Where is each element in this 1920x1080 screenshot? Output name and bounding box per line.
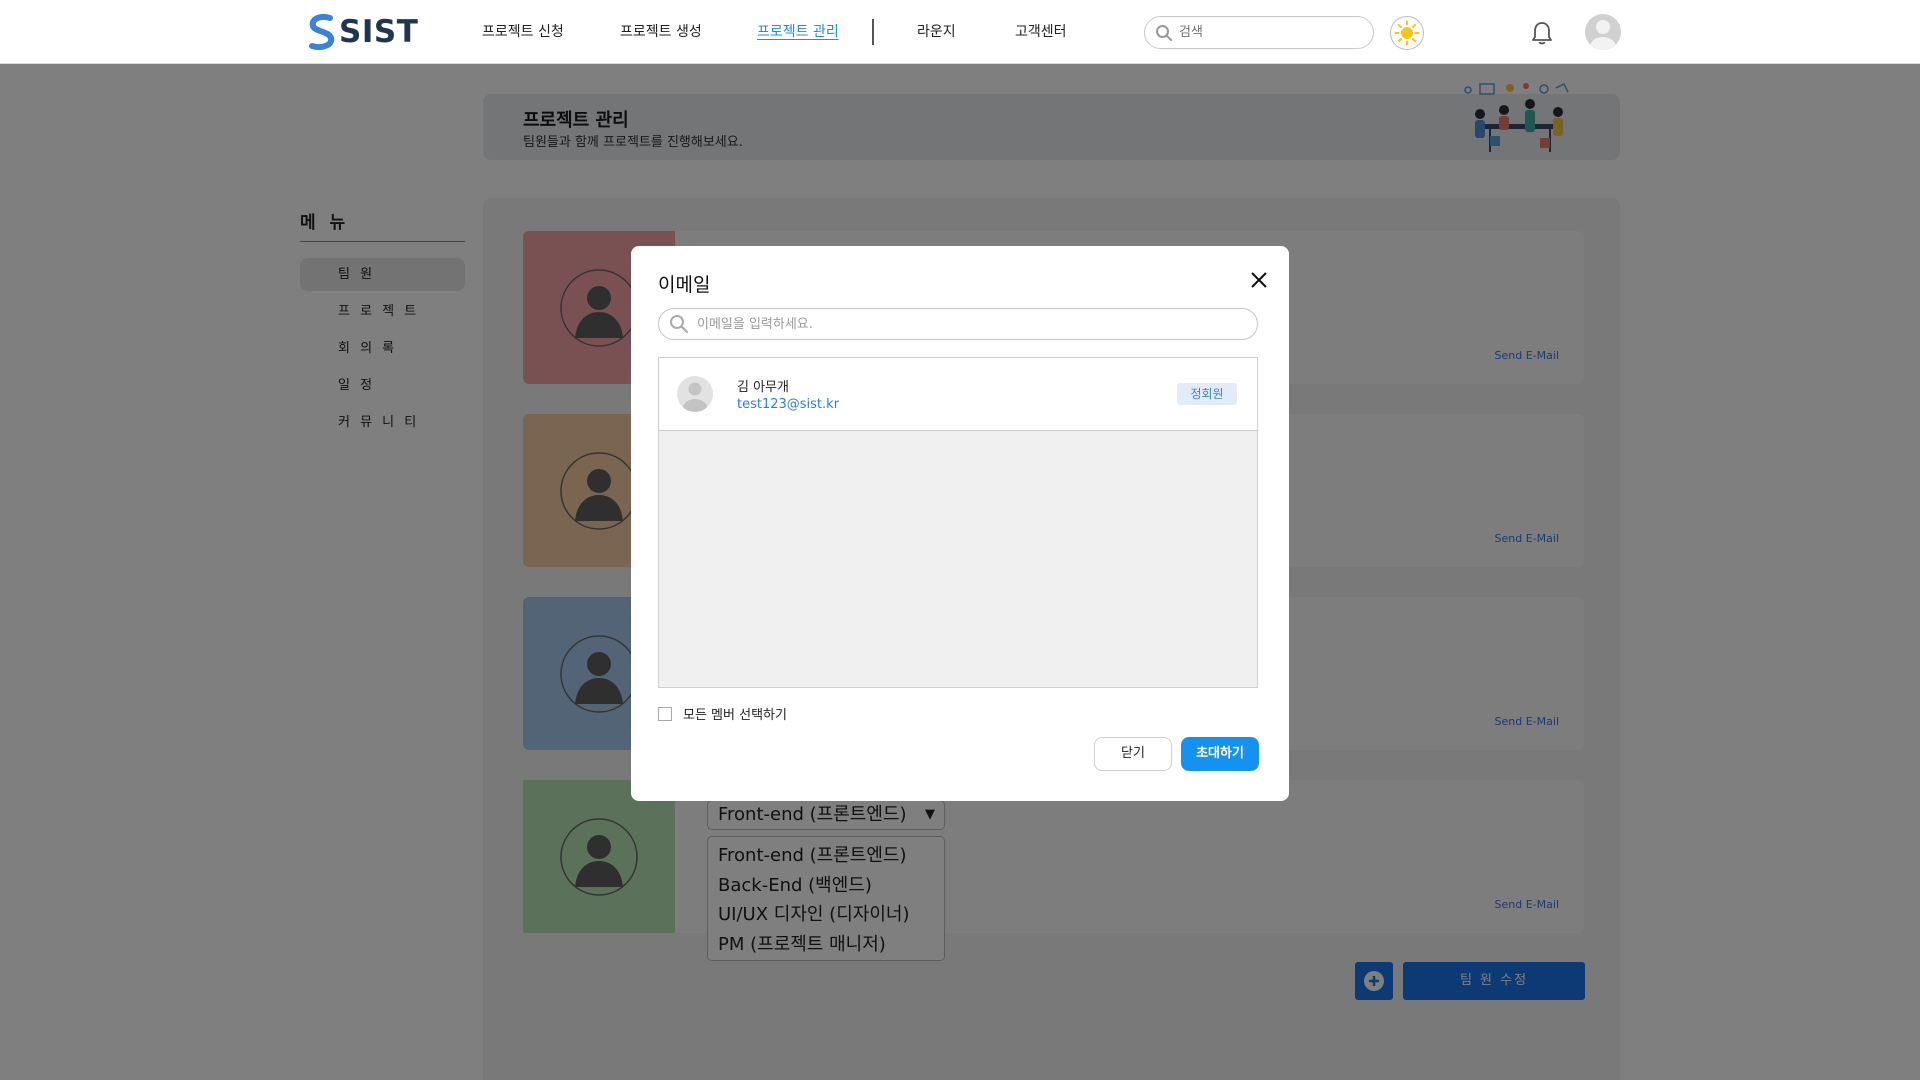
nav-item-lounge[interactable]: 라운지 [917,21,956,41]
nav-item-project-manage[interactable]: 프로젝트 관리 [757,21,839,41]
global-search-input[interactable] [1179,25,1359,40]
search-icon [1156,24,1172,41]
bell-icon [1532,22,1552,45]
search-results-list: 김 아무개 test123@sist.kr 정회원 [658,357,1258,688]
sist-logo-icon [309,14,335,50]
select-all-checkbox[interactable] [658,706,672,721]
search-icon [670,315,688,333]
email-search [658,308,1258,340]
select-all-label: 모든 멤버 선택하기 [683,708,787,723]
nav-item-project-apply[interactable]: 프로젝트 신청 [482,21,564,41]
search-result-row[interactable]: 김 아무개 test123@sist.kr 정회원 [659,358,1257,431]
logo[interactable]: SIST [308,14,418,50]
member-status-badge: 정회원 [1177,383,1237,405]
avatar [677,376,713,412]
theme-toggle-button[interactable] [1390,16,1424,50]
user-avatar[interactable] [1585,14,1621,50]
brand-name: SIST [339,14,419,50]
close-button[interactable]: 닫기 [1094,737,1172,771]
invite-email-modal: 이메일 김 아무개 test123@sist.kr 정회원 모든 [631,246,1289,801]
nav-item-project-create[interactable]: 프로젝트 생성 [620,21,702,41]
close-icon [1251,272,1267,288]
nav-divider [872,19,874,45]
email-search-input[interactable] [697,316,1237,332]
select-all-members[interactable]: 모든 멤버 선택하기 [658,704,787,723]
result-name: 김 아무개 [737,380,789,395]
top-navigation-bar: SIST 프로젝트 신청 프로젝트 생성 프로젝트 관리 라운지 고객센터 [0,0,1920,64]
invite-button[interactable]: 초대하기 [1181,737,1259,771]
notification-button[interactable] [1530,20,1554,50]
nav-item-customer-center[interactable]: 고객센터 [1015,21,1067,41]
modal-close-button[interactable] [1245,266,1273,294]
result-email: test123@sist.kr [737,397,840,412]
global-search [1144,16,1374,49]
sun-icon [1394,20,1420,46]
user-icon [683,382,707,412]
user-icon [1590,20,1616,50]
modal-title: 이메일 [658,274,711,296]
